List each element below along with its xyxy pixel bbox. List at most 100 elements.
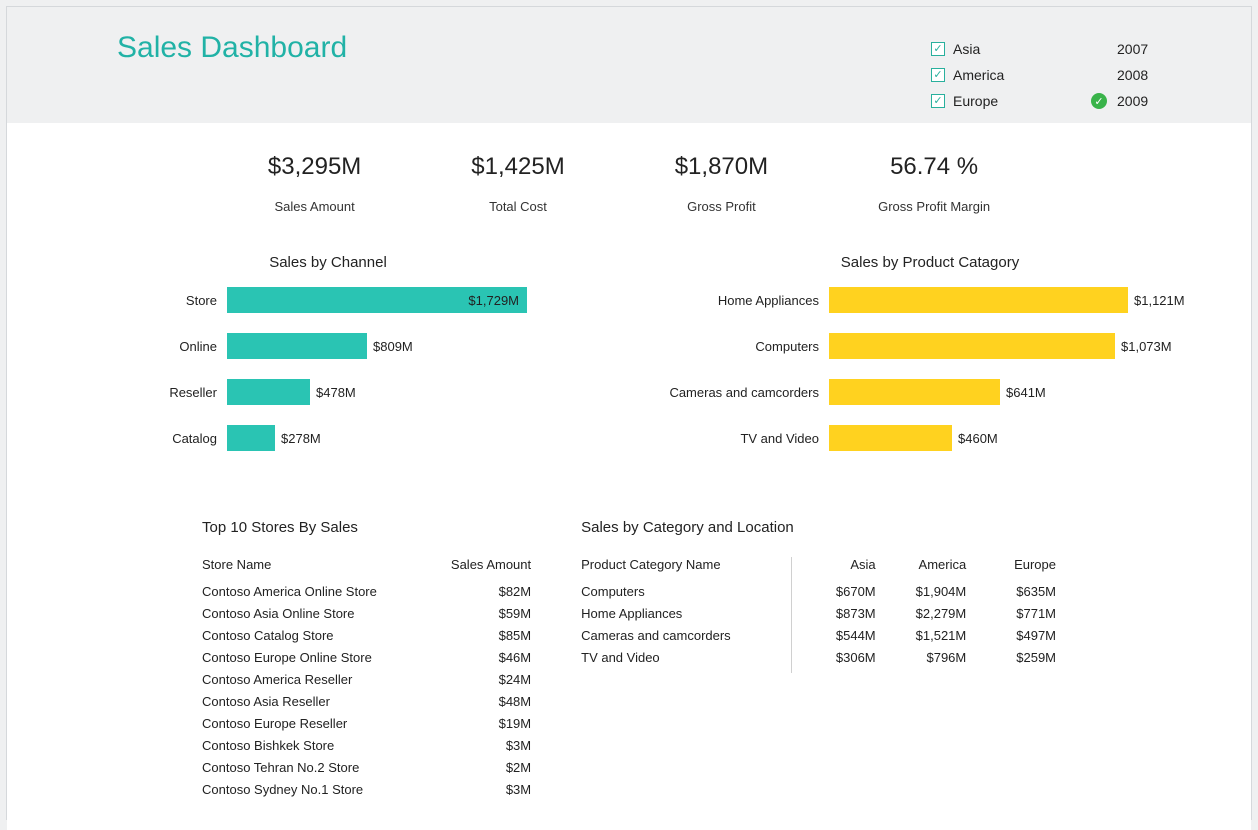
cell-sales-amount: $82M <box>436 580 532 602</box>
cell-store-name: Contoso Asia Reseller <box>202 690 436 712</box>
table-row: Home Appliances$873M$2,279M$771M <box>581 602 1056 624</box>
bar-value: $278M <box>275 431 321 446</box>
bar-label: Computers <box>659 339 829 354</box>
cell-asia: $544M <box>786 624 876 646</box>
dashboard-header: Sales Dashboard ✓Asia✓America✓Europe 200… <box>7 7 1251 123</box>
year-label: 2007 <box>1117 41 1148 57</box>
bar-value: $1,729M <box>462 293 527 308</box>
kpi-value: $1,870M <box>675 153 768 181</box>
cell-category: Home Appliances <box>581 602 786 624</box>
bar <box>227 333 367 359</box>
bar-row: Computers$1,073M <box>659 333 1201 359</box>
filter-panel: ✓Asia✓America✓Europe 20072008✓2009 <box>931 31 1191 111</box>
table-header-row: Product Category NameAsiaAmericaEurope <box>581 552 1056 580</box>
bar <box>829 333 1115 359</box>
table-title: Top 10 Stores By Sales <box>202 519 531 536</box>
kpi-label: Gross Profit Margin <box>878 199 990 214</box>
checkbox-icon: ✓ <box>931 42 945 56</box>
category-location-table: Product Category NameAsiaAmericaEuropeCo… <box>581 552 1056 668</box>
cell-category: Computers <box>581 580 786 602</box>
region-label: America <box>953 67 1004 83</box>
cell-store-name: Contoso Europe Reseller <box>202 712 436 734</box>
region-filter-asia[interactable]: ✓ Asia <box>931 39 1031 59</box>
table-row: Contoso Asia Online Store$59M <box>202 602 531 624</box>
cell-store-name: Contoso Catalog Store <box>202 624 436 646</box>
table-row: Cameras and camcorders$544M$1,521M$497M <box>581 624 1056 646</box>
year-label: 2009 <box>1117 93 1148 109</box>
bar-label: Online <box>57 339 227 354</box>
cell-store-name: Contoso Tehran No.2 Store <box>202 756 436 778</box>
bar-value: $809M <box>367 339 413 354</box>
cell-sales-amount: $24M <box>436 668 532 690</box>
table-row: Contoso Europe Reseller$19M <box>202 712 531 734</box>
bar: $1,729M <box>227 287 527 313</box>
kpi-label: Total Cost <box>471 199 564 214</box>
year-filter-2009[interactable]: ✓ 2009 <box>1091 91 1191 111</box>
page-title: Sales Dashboard <box>117 31 347 65</box>
year-filter-2007[interactable]: 2007 <box>1091 39 1191 59</box>
kpi-label: Gross Profit <box>675 199 768 214</box>
cell-america: $1,904M <box>876 580 967 602</box>
bar-track: $278M <box>227 425 599 451</box>
bar-value: $478M <box>310 385 356 400</box>
cell-sales-amount: $19M <box>436 712 532 734</box>
kpi-label: Sales Amount <box>268 199 361 214</box>
bar <box>829 425 952 451</box>
kpi-value: $3,295M <box>268 153 361 181</box>
bar-row: TV and Video$460M <box>659 425 1201 451</box>
bar <box>829 379 1000 405</box>
table-header-row: Store NameSales Amount <box>202 552 531 580</box>
sales-by-category-chart: Sales by Product Catagory Home Appliance… <box>659 254 1201 471</box>
checkbox-icon: ✓ <box>931 94 945 108</box>
bar-value: $641M <box>1000 385 1046 400</box>
bar-label: Cameras and camcorders <box>659 385 829 400</box>
region-filter-europe[interactable]: ✓Europe <box>931 91 1031 111</box>
bar-row: Catalog $278M <box>57 425 599 451</box>
table-row: Computers$670M$1,904M$635M <box>581 580 1056 602</box>
cell-store-name: Contoso America Reseller <box>202 668 436 690</box>
col-category: Product Category Name <box>581 552 786 580</box>
region-filter-america[interactable]: ✓America <box>931 65 1031 85</box>
chart-title: Sales by Channel <box>57 254 599 271</box>
cell-sales-amount: $2M <box>436 756 532 778</box>
col-sales-amount: Sales Amount <box>436 552 532 580</box>
cell-america: $2,279M <box>876 602 967 624</box>
bar-label: TV and Video <box>659 431 829 446</box>
bar-label: Store <box>57 293 227 308</box>
table-row: Contoso Europe Online Store$46M <box>202 646 531 668</box>
region-label: Asia <box>953 41 980 57</box>
cell-europe: $771M <box>966 602 1056 624</box>
bar-row: Cameras and camcorders $641M <box>659 379 1201 405</box>
cell-asia: $670M <box>786 580 876 602</box>
cell-europe: $635M <box>966 580 1056 602</box>
year-filter-2008[interactable]: 2008 <box>1091 65 1191 85</box>
cell-store-name: Contoso America Online Store <box>202 580 436 602</box>
kpi-value: $1,425M <box>471 153 564 181</box>
bar-track: $1,073M <box>829 333 1201 359</box>
cell-category: TV and Video <box>581 646 786 668</box>
bar-track: $1,121M <box>829 287 1201 313</box>
cell-store-name: Contoso Sydney No.1 Store <box>202 778 436 800</box>
bar <box>227 379 310 405</box>
table-row: Contoso America Online Store$82M <box>202 580 531 602</box>
cell-america: $796M <box>876 646 967 668</box>
tables-row: Top 10 Stores By Sales Store NameSales A… <box>57 519 1201 800</box>
cell-sales-amount: $3M <box>436 734 532 756</box>
kpi-card: $3,295M Sales Amount <box>268 153 361 214</box>
bar-row: Reseller$478M <box>57 379 599 405</box>
kpi-card: $1,425M Total Cost <box>471 153 564 214</box>
cell-asia: $873M <box>786 602 876 624</box>
table-row: Contoso Bishkek Store$3M <box>202 734 531 756</box>
column-divider <box>791 557 792 673</box>
col-america: America <box>876 552 967 580</box>
table-row: Contoso Sydney No.1 Store$3M <box>202 778 531 800</box>
kpi-card: 56.74 %Gross Profit Margin <box>878 153 990 214</box>
bar-label: Catalog <box>57 431 227 446</box>
cell-america: $1,521M <box>876 624 967 646</box>
cell-sales-amount: $85M <box>436 624 532 646</box>
chart-title: Sales by Product Catagory <box>659 254 1201 271</box>
cell-store-name: Contoso Bishkek Store <box>202 734 436 756</box>
check-circle-icon: ✓ <box>1091 93 1107 109</box>
blank-icon <box>1091 67 1107 83</box>
cell-sales-amount: $59M <box>436 602 532 624</box>
